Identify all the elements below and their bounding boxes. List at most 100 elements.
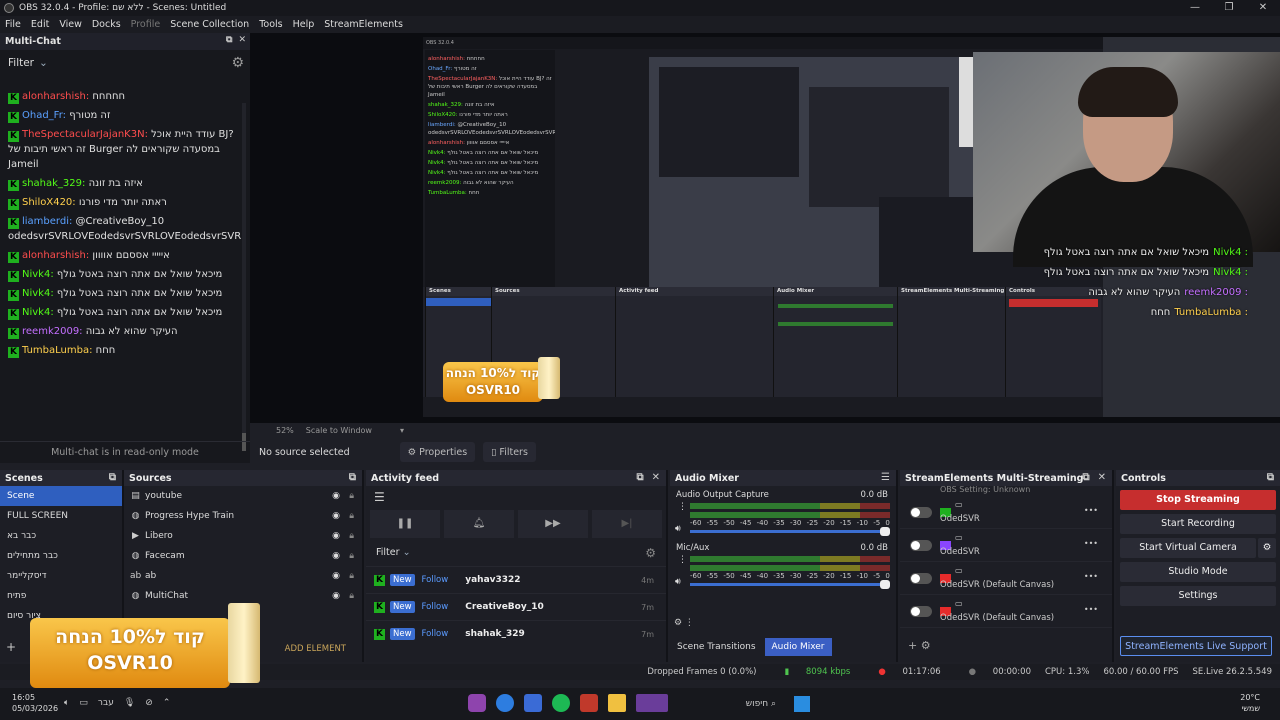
gear-icon[interactable]: ⚙ [231,55,244,71]
obs-taskbar-icon[interactable] [580,694,598,712]
eye-icon[interactable]: ◉ [332,551,340,561]
scale-mode[interactable]: Scale to Window [306,426,372,435]
menu-scene-collection[interactable]: Scene Collection [165,19,254,30]
activity-item[interactable]: K New Follow yahav3322 4m [366,566,666,593]
scene-item[interactable]: FULL SCREEN [0,506,122,526]
lock-icon[interactable]: 🔒︎ [349,511,354,521]
lock-icon[interactable]: 🔒︎ [349,531,354,541]
app-icon[interactable] [468,694,486,712]
menu-view[interactable]: View [54,19,87,30]
eye-icon[interactable]: ◉ [332,491,340,501]
activity-item[interactable]: K New Follow CreativeBoy_10 7m [366,593,666,620]
stop-streaming-button[interactable]: Stop Streaming [1120,490,1276,510]
start-virtual-camera-button[interactable]: Start Virtual Camera [1120,538,1256,558]
channel-menu-icon[interactable]: ⋮ [678,555,687,565]
taskbar-search[interactable]: חיפוש ⌕ [712,695,784,713]
activity-filter[interactable]: Filter ⌄ ⚙ [366,540,666,566]
scene-item[interactable]: פתיח [0,586,122,606]
volume-icon[interactable]: 🔊︎ [675,577,681,587]
add-scene-button[interactable]: + [6,640,16,654]
zoom-level[interactable]: 52% [276,426,294,435]
eye-icon[interactable]: ◉ [332,591,340,601]
folder-icon[interactable] [608,694,626,712]
scene-item[interactable]: דיסקליימר [0,566,122,586]
filters-button[interactable]: ▯ Filters [483,442,536,462]
lock-icon[interactable]: 🔒︎ [349,491,354,501]
notification-icon[interactable]: ⊘ [145,698,153,708]
dropdown-icon[interactable]: ▾ [400,426,404,435]
mic-icon[interactable]: 🎙︎ [124,698,135,708]
volume-icon[interactable]: 🔊︎ [675,524,681,534]
weather[interactable]: 20°C שמשי [1240,692,1260,714]
properties-button[interactable]: ⚙ Properties [399,442,476,462]
live-support-button[interactable]: StreamElements Live Support [1120,636,1272,656]
chat-filter[interactable]: Filter ⌄ ⚙ [0,50,250,76]
source-item[interactable]: ◍ Progress Hype Train ◉ 🔒︎ [124,506,362,526]
game-icon[interactable] [636,694,668,712]
volume-icon[interactable]: 🔈︎ [64,698,69,708]
more-icon[interactable]: ••• [1084,572,1098,581]
volume-slider[interactable] [690,527,890,536]
tab-audio-mixer[interactable]: Audio Mixer [764,638,832,656]
volume-slider[interactable] [690,580,890,589]
destination-toggle[interactable] [910,539,932,551]
gear-icon[interactable]: ⚙ [645,540,656,566]
minimize-button[interactable]: — [1178,0,1212,16]
menu-file[interactable]: File [0,19,26,30]
destination-toggle[interactable] [910,506,932,518]
float-icon[interactable]: ⧉ [109,472,116,483]
more-icon[interactable]: ••• [1084,605,1098,614]
eye-icon[interactable]: ◉ [332,571,340,581]
spotify-icon[interactable] [552,694,570,712]
chevron-up-icon[interactable]: ⌃ [163,698,171,708]
close-icon[interactable]: ✕ [238,35,246,45]
scene-item[interactable]: כבר בא [0,526,122,546]
menu-tools[interactable]: Tools [254,19,287,30]
lock-icon[interactable]: 🔒︎ [349,591,354,601]
add-element-button[interactable]: ADD ELEMENT [285,644,346,654]
menu-docks[interactable]: Docks [87,19,126,30]
close-icon[interactable]: ✕ [1098,472,1106,483]
more-icon[interactable]: ••• [1084,506,1098,515]
scene-item[interactable]: כבר מתחילים [0,546,122,566]
destination-toggle[interactable] [910,572,932,584]
lock-icon[interactable]: 🔒︎ [349,551,354,561]
float-icon[interactable]: ⧉ [1267,472,1274,483]
start-recording-button[interactable]: Start Recording [1120,514,1276,534]
windows-start-icon[interactable] [794,696,810,712]
network-icon[interactable]: ▭ [79,698,88,708]
mixer-settings-icon[interactable]: ⚙ ⋮ [674,618,694,628]
maximize-button[interactable]: ❐ [1212,0,1246,16]
float-icon[interactable]: ⧉ [226,35,232,45]
add-destination-icon[interactable]: + ⚙ [908,639,931,652]
studio-mode-button[interactable]: Studio Mode [1120,562,1276,582]
pause-icon[interactable]: ❚❚ [370,510,440,538]
skip-end-icon[interactable]: ▶| [592,510,662,538]
language-indicator[interactable]: עבר [98,698,114,708]
source-item[interactable]: ▤ youtube ◉ 🔒︎ [124,486,362,506]
destination-toggle[interactable] [910,605,932,617]
eye-icon[interactable]: ◉ [332,511,340,521]
menu-help[interactable]: Help [288,19,320,30]
chrome-icon[interactable] [496,694,514,712]
chat-scrollbar[interactable] [242,103,246,451]
apps-icon[interactable] [524,694,542,712]
source-item[interactable]: ◍ Facecam ◉ 🔒︎ [124,546,362,566]
close-icon[interactable]: ✕ [652,472,660,483]
settings-button[interactable]: Settings [1120,586,1276,606]
lock-icon[interactable]: 🔒︎ [349,571,354,581]
float-icon[interactable]: ⧉ [636,472,643,483]
eye-icon[interactable]: ◉ [332,531,340,541]
menu-streamelements[interactable]: StreamElements [319,19,408,30]
float-icon[interactable]: ⧉ [1082,472,1089,483]
menu-icon[interactable]: ☰ [881,472,890,483]
scene-item[interactable]: Scene [0,486,122,506]
source-item[interactable]: ab ab ◉ 🔒︎ [124,566,362,586]
slider-knob[interactable] [880,527,890,536]
slider-knob[interactable] [880,580,890,589]
float-icon[interactable]: ⧉ [349,472,356,483]
bell-icon[interactable]: 🔔︎ [444,510,514,538]
menu-profile[interactable]: Profile [126,19,166,30]
activity-item[interactable]: K New Follow shahak_329 7m [366,620,666,647]
skip-icon[interactable]: ▶▶ [518,510,588,538]
